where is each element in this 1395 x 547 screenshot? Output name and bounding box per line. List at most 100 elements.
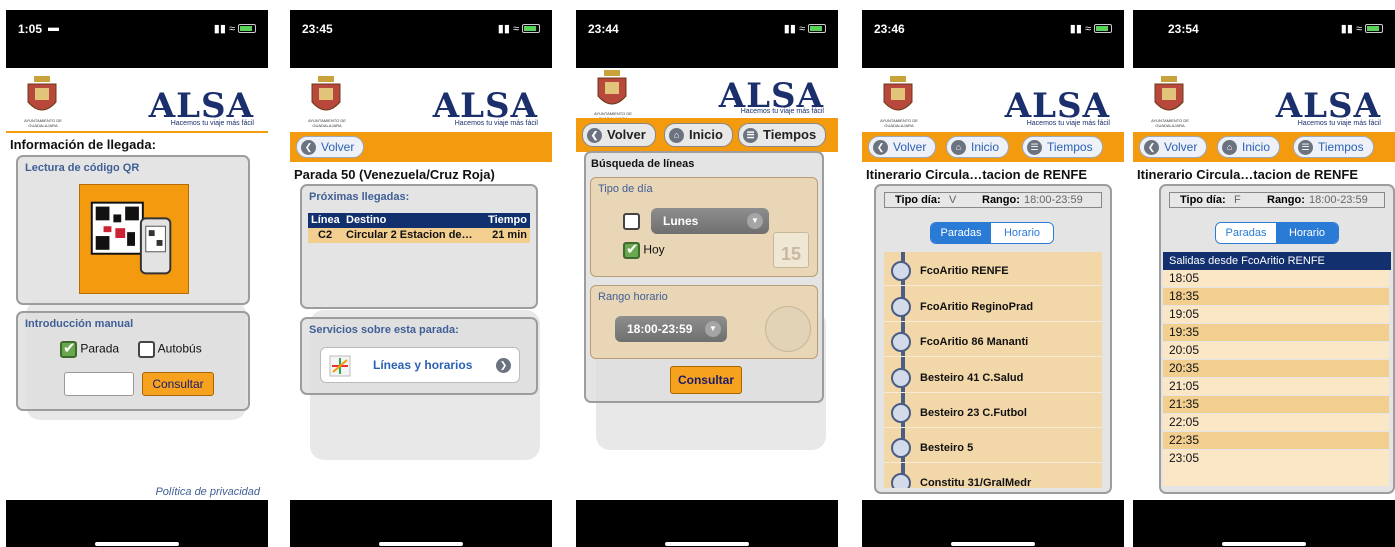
list-item[interactable]: 20:35 <box>1163 360 1389 377</box>
battery-icon <box>238 24 256 33</box>
list-item[interactable]: Constitu 31/GralMedr <box>884 468 1102 488</box>
battery-icon <box>1365 24 1383 33</box>
next-arrivals-head: Próximas llegadas: <box>309 191 410 203</box>
back-button[interactable]: ❮ Volver <box>868 136 937 158</box>
screen-stop-detail: 23:45 ▮▮ ≈ AYUNTAMIENTO DE GUADALAJARA A… <box>290 10 552 547</box>
list-item[interactable]: 21:35 <box>1163 396 1389 413</box>
stop-name: Besteiro 41 C.Salud <box>920 372 1024 384</box>
home-button[interactable]: ⌂ Inicio <box>1217 136 1281 158</box>
list-item[interactable]: FcoAritio ReginoPrad <box>884 292 1102 322</box>
stop-marker-icon <box>891 403 911 423</box>
itinerary-panel: Tipo día: V Rango: 18:00-23:59 Paradas Ho… <box>874 184 1112 494</box>
tab-stops[interactable]: Paradas <box>931 223 991 243</box>
list-item[interactable]: 19:05 <box>1163 306 1389 323</box>
range-label: Rango: <box>1267 194 1305 206</box>
services-head: Servicios sobre esta parada: <box>309 324 459 336</box>
list-item[interactable]: Besteiro 41 C.Salud <box>884 363 1102 393</box>
app-header: AYUNTAMIENTO DE GUADALAJARA ALSA Hacemos… <box>1133 68 1395 130</box>
stop-name: FcoAritio ReginoPrad <box>920 301 1034 313</box>
list-item[interactable]: FcoAritio 86 Mananti <box>884 327 1102 357</box>
home-indicator-bar <box>1133 500 1395 547</box>
back-button[interactable]: ❮ Volver <box>1139 136 1208 158</box>
tab-schedule[interactable]: Horario <box>991 223 1053 243</box>
home-button[interactable]: ⌂ Inicio <box>664 123 733 147</box>
bus-option[interactable]: Autobús <box>138 341 202 358</box>
time-range-section: Rango horario 18:00-23:59 ▼ <box>590 285 818 359</box>
list-item[interactable]: 18:35 <box>1163 288 1389 305</box>
home-button-label: Inicio <box>971 140 1000 154</box>
times-button-label: Tiempos <box>1047 140 1093 154</box>
list-item[interactable]: 18:05 <box>1163 270 1389 287</box>
stop-checkbox[interactable] <box>60 339 77 358</box>
list-item[interactable]: FcoAritio RENFE <box>884 256 1102 286</box>
city-crest-icon <box>883 76 913 111</box>
stop-option[interactable]: Parada <box>60 339 119 358</box>
time-range-select[interactable]: 18:00-23:59 ▼ <box>615 316 727 342</box>
weekday-checkbox[interactable] <box>623 213 640 230</box>
back-button-label: Volver <box>607 127 646 142</box>
number-input[interactable] <box>64 372 134 396</box>
list-item[interactable]: Besteiro 5 <box>884 433 1102 463</box>
stop-marker-icon <box>891 332 911 352</box>
navigation-bar: ❮ Volver ⌂ Inicio ☰ Tiempos <box>862 132 1124 162</box>
list-item[interactable]: 21:05 <box>1163 378 1389 395</box>
consult-button[interactable]: Consultar <box>670 366 742 394</box>
time-range-head: Rango horario <box>598 291 668 303</box>
calendar-day: 15 <box>780 244 802 264</box>
consult-button[interactable]: Consultar <box>142 372 214 396</box>
home-icon: ⌂ <box>1222 140 1237 155</box>
qr-scan-button[interactable] <box>79 184 189 294</box>
screen-itinerary-schedule: 23:54 ▮▮ ≈ AYUNTAMIENTO DE GUADALAJARA A… <box>1133 10 1395 547</box>
stop-name: FcoAritio RENFE <box>920 265 1009 277</box>
stop-marker-icon <box>891 368 911 388</box>
range-value: 18:00-23:59 <box>1309 194 1368 206</box>
qr-panel-head: Lectura de código QR <box>25 162 140 174</box>
col-destination: Destino <box>346 214 387 226</box>
crest-caption: AYUNTAMIENTO DE GUADALAJARA <box>1151 118 1189 128</box>
back-button[interactable]: ❮ Volver <box>296 136 365 158</box>
list-item[interactable]: 23:05 <box>1163 450 1389 486</box>
status-time: 23:45 <box>302 22 333 36</box>
tab-schedule[interactable]: Horario <box>1276 223 1338 243</box>
crest-caption: AYUNTAMIENTO DE GUADALAJARA <box>880 118 918 128</box>
times-button[interactable]: ☰ Tiempos <box>738 123 827 147</box>
home-button[interactable]: ⌂ Inicio <box>946 136 1010 158</box>
navigation-bar: ❮ Volver <box>290 132 552 162</box>
stop-name: Besteiro 5 <box>920 442 974 454</box>
city-crest-icon <box>311 76 341 111</box>
navigation-bar: ❮ Volver ⌂ Inicio ☰ Tiempos <box>576 118 838 152</box>
lines-schedules-button[interactable]: Líneas y horarios ❯ <box>320 347 520 383</box>
list-item[interactable]: 22:05 <box>1163 414 1389 431</box>
bus-checkbox[interactable] <box>138 341 155 358</box>
stop-marker-icon <box>891 473 911 488</box>
home-indicator[interactable] <box>951 542 1035 546</box>
city-crest-icon <box>27 76 57 111</box>
status-bar: 1:05 ▬ ▮▮ ≈ <box>6 10 268 68</box>
tab-stops[interactable]: Paradas <box>1216 223 1276 243</box>
lines-schedules-label: Líneas y horarios <box>373 358 473 372</box>
times-button[interactable]: ☰ Tiempos <box>1293 136 1374 158</box>
chevron-down-icon: ▼ <box>705 321 721 337</box>
list-item[interactable]: 20:05 <box>1163 342 1389 359</box>
back-button-label: Volver <box>1164 140 1198 154</box>
table-row[interactable]: C2 Circular 2 Estacion de… 21 min <box>308 228 530 243</box>
day-select[interactable]: Lunes ▼ <box>651 208 769 234</box>
chevron-down-icon: ▼ <box>747 213 763 229</box>
home-indicator[interactable] <box>665 542 749 546</box>
privacy-link[interactable]: Política de privacidad <box>155 486 260 498</box>
app-header: AYUNTAMIENTO DE GUADALAJARA ALSA Hacemos… <box>862 68 1124 130</box>
bus-option-label: Autobús <box>157 341 202 356</box>
today-option[interactable]: Hoy <box>623 240 665 259</box>
list-item[interactable]: 22:35 <box>1163 432 1389 449</box>
day-type-label: Tipo día: <box>1180 194 1226 206</box>
today-checkbox[interactable] <box>623 240 640 259</box>
home-indicator[interactable] <box>1222 542 1306 546</box>
home-indicator[interactable] <box>95 542 179 546</box>
home-indicator[interactable] <box>379 542 463 546</box>
back-button[interactable]: ❮ Volver <box>582 123 656 147</box>
list-item[interactable]: Besteiro 23 C.Futbol <box>884 398 1102 428</box>
times-button[interactable]: ☰ Tiempos <box>1022 136 1103 158</box>
app-header: AYUNTAMIENTO DE GUADALAJARA ALSA Hacemos… <box>290 68 552 130</box>
list-item[interactable]: 19:35 <box>1163 324 1389 341</box>
list-icon: ☰ <box>743 128 758 143</box>
